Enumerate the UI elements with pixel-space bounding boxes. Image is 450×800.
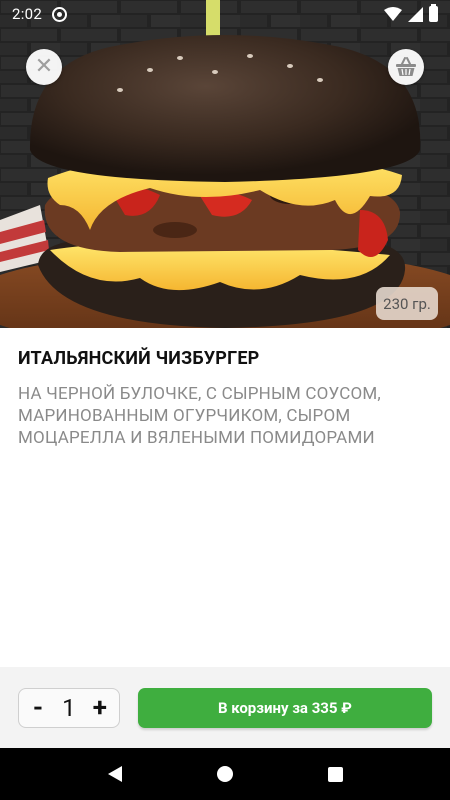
cart-action-bar: - 1 + В корзину за 335 ₽ <box>0 667 450 748</box>
add-to-cart-button[interactable]: В корзину за 335 ₽ <box>137 687 432 728</box>
product-title: ИТАЛЬЯНСКИЙ ЧИЗБУРГЕР <box>18 348 260 369</box>
product-photo: ✕ 230 гр. <box>0 0 450 328</box>
navigation-bar <box>0 748 450 800</box>
weight-badge: 230 гр. <box>376 287 438 320</box>
burger-photo <box>0 0 450 328</box>
quantity-stepper: - 1 + <box>18 687 120 728</box>
product-description: НА ЧЕРНОЙ БУЛОЧКЕ, С СЫРНЫМ СОУСОМ, МАРИ… <box>18 384 381 448</box>
app-notification-icon <box>52 6 68 22</box>
product-info: ИТАЛЬЯНСКИЙ ЧИЗБУРГЕР НА ЧЕРНОЙ БУЛОЧКЕ,… <box>0 328 450 449</box>
decrease-quantity-button[interactable]: - <box>27 695 49 721</box>
basket-button[interactable] <box>388 49 424 85</box>
home-icon[interactable] <box>216 766 233 782</box>
basket-icon <box>396 57 416 76</box>
increase-quantity-button[interactable]: + <box>89 695 111 721</box>
status-icons <box>384 4 438 22</box>
signal-icon <box>408 6 423 22</box>
quantity-value: 1 <box>62 693 76 722</box>
status-time: 2:02 <box>12 5 43 23</box>
recents-icon[interactable] <box>327 766 343 782</box>
product-screen: ✕ 230 гр. 2:02 ИТАЛЬЯНСКИЙ ЧИЗБУРГЕР НА … <box>0 0 450 800</box>
close-button[interactable]: ✕ <box>26 49 62 85</box>
status-bar: 2:02 <box>0 0 450 28</box>
battery-icon <box>429 4 438 22</box>
back-icon[interactable] <box>107 766 122 782</box>
close-icon: ✕ <box>34 54 54 79</box>
wifi-icon <box>384 7 402 21</box>
